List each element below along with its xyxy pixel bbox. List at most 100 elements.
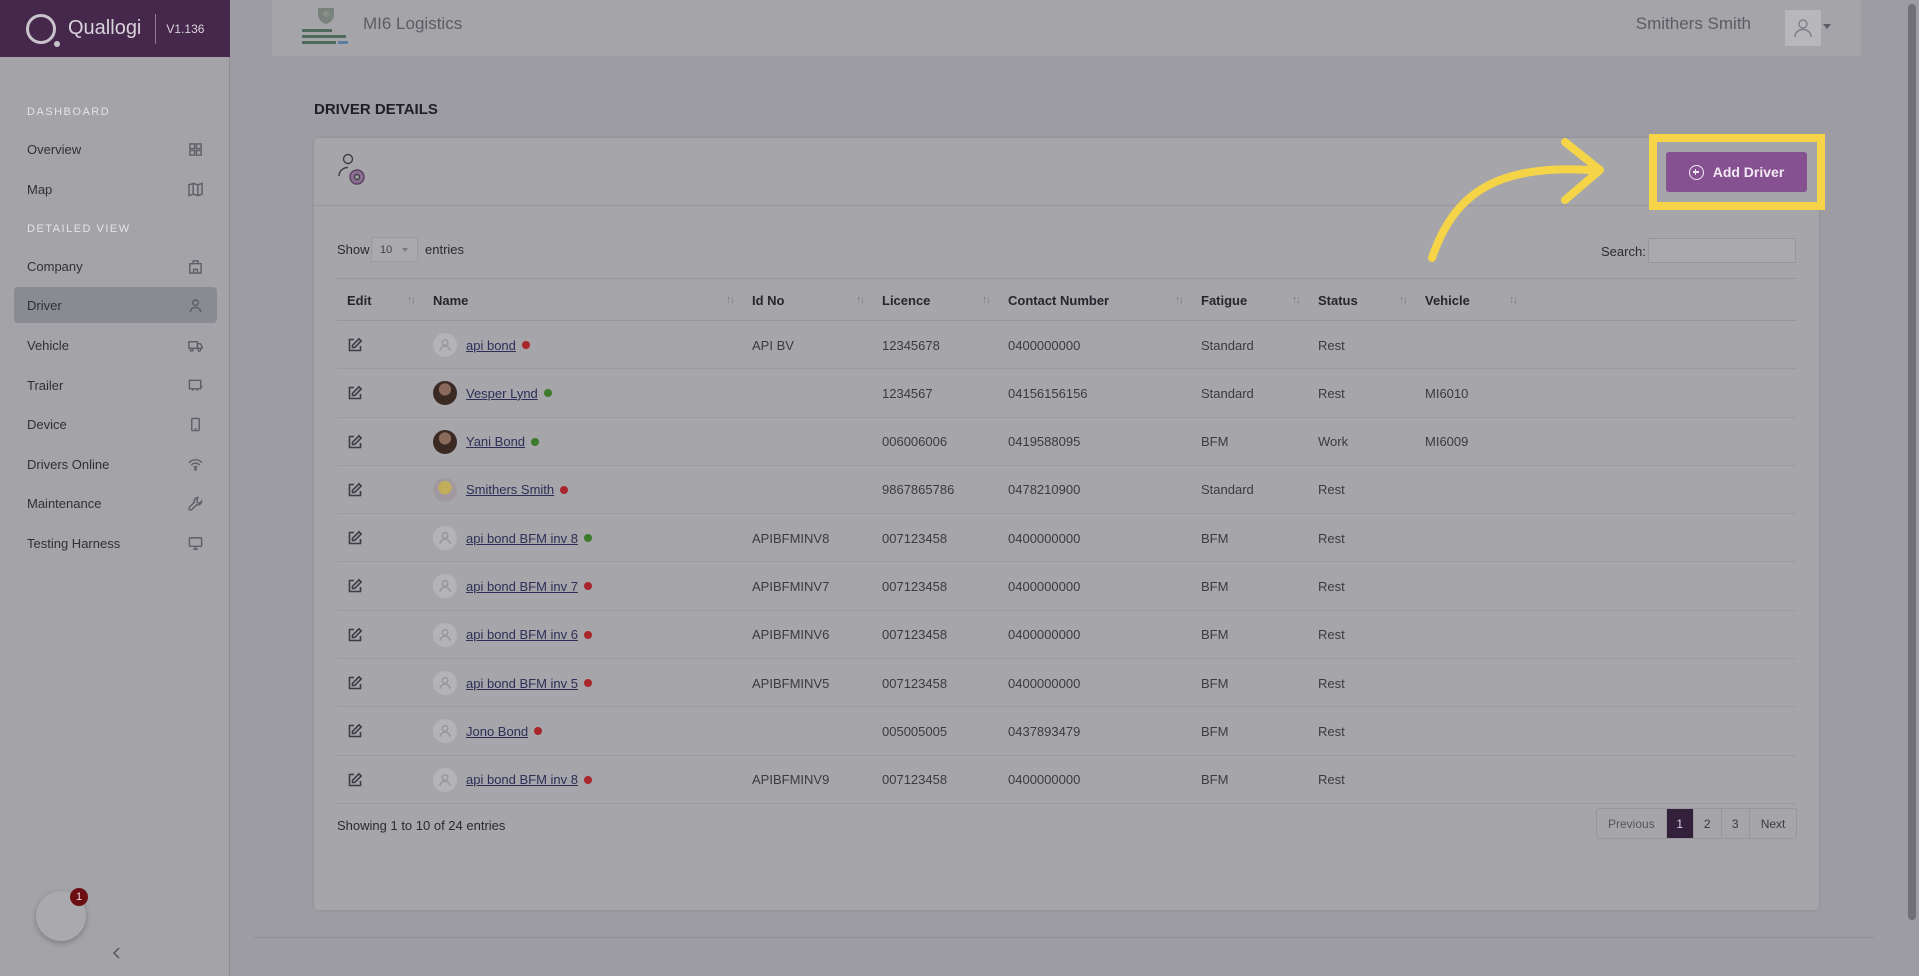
sidebar-item-maintenance[interactable]: Maintenance xyxy=(14,485,217,521)
search-input[interactable] xyxy=(1648,238,1796,263)
column-header-label: Vehicle xyxy=(1425,292,1470,308)
offline-status-dot xyxy=(584,630,593,639)
entries-per-page-select[interactable]: 10 xyxy=(371,237,418,262)
driver-name-link[interactable]: Smithers Smith xyxy=(466,482,554,497)
next-page-button[interactable]: Next xyxy=(1750,809,1797,838)
driver-name-cell: Vesper Lynd xyxy=(423,369,552,417)
cell-licence: 007123458 xyxy=(882,578,948,594)
user-avatar[interactable] xyxy=(1785,10,1821,46)
cell-licence: 007123458 xyxy=(882,772,948,788)
sort-icon[interactable]: ↑↓ xyxy=(726,294,735,306)
page-2-button[interactable]: 2 xyxy=(1694,809,1722,838)
column-header-name[interactable]: Name ↑↓ xyxy=(423,279,742,321)
cell-id-no xyxy=(742,369,752,417)
driver-name-link[interactable]: api bond BFM inv 5 xyxy=(466,676,578,691)
sort-icon[interactable]: ↑↓ xyxy=(1175,294,1184,306)
tutorial-arrow-icon xyxy=(1428,138,1604,262)
cell-fatigue: Standard xyxy=(1201,337,1254,353)
edit-icon[interactable] xyxy=(337,418,363,466)
driver-name-link[interactable]: Vesper Lynd xyxy=(466,386,538,401)
column-header-label: Edit xyxy=(347,292,372,308)
online-status-dot xyxy=(543,389,552,398)
footer-divider xyxy=(254,937,1874,938)
driver-name-cell: api bond xyxy=(423,321,530,369)
driver-name-link[interactable]: api bond BFM inv 6 xyxy=(466,627,578,642)
page-scrollbar[interactable] xyxy=(1905,0,1919,976)
column-header-vehicle[interactable]: Vehicle ↑↓ xyxy=(1415,279,1525,321)
cell-id-no: APIBFMINV6 xyxy=(752,627,830,643)
user-name[interactable]: Smithers Smith xyxy=(1636,14,1751,34)
sort-icon[interactable]: ↑↓ xyxy=(1509,294,1518,306)
sidebar-item-label: Maintenance xyxy=(27,495,102,511)
avatar xyxy=(433,671,457,696)
cell-vehicle xyxy=(1415,562,1425,610)
sort-icon[interactable]: ↑↓ xyxy=(1399,294,1408,306)
cell-licence: 007123458 xyxy=(882,675,948,691)
edit-icon[interactable] xyxy=(337,756,363,804)
column-header-id-no[interactable]: Id No ↑↓ xyxy=(742,279,872,321)
column-header-status[interactable]: Status ↑↓ xyxy=(1308,279,1415,321)
cell-id-no: API BV xyxy=(752,337,794,353)
edit-icon[interactable] xyxy=(337,659,363,707)
edit-icon[interactable] xyxy=(337,514,363,562)
edit-icon[interactable] xyxy=(337,321,363,369)
add-driver-button[interactable]: Add Driver xyxy=(1666,152,1807,192)
edit-icon[interactable] xyxy=(337,369,363,417)
driver-name-link[interactable]: api bond BFM inv 8 xyxy=(466,772,578,787)
brand-bar[interactable]: Quallogi V1.136 xyxy=(0,0,230,57)
cell-contact-number: 0400000000 xyxy=(1008,337,1081,353)
offline-status-dot xyxy=(584,775,593,784)
table-row: Vesper Lynd 1234567 04156156156 Standard Res… xyxy=(337,369,1796,418)
driver-name-link[interactable]: api bond xyxy=(466,338,516,353)
chevron-down-icon[interactable] xyxy=(1823,24,1831,29)
page-3-button[interactable]: 3 xyxy=(1722,809,1750,838)
sidebar-item-trailer[interactable]: Trailer xyxy=(14,367,217,403)
sidebar-item-testing-harness[interactable]: Testing Harness xyxy=(14,525,217,561)
driver-name-link[interactable]: Jono Bond xyxy=(466,724,528,739)
edit-icon[interactable] xyxy=(337,611,363,659)
sidebar-item-label: Driver xyxy=(27,297,62,313)
cell-status: Rest xyxy=(1318,482,1345,498)
monitor-icon xyxy=(187,535,203,551)
cell-vehicle xyxy=(1415,514,1425,562)
sidebar-item-label: Map xyxy=(27,181,53,197)
driver-name-link[interactable]: api bond BFM inv 8 xyxy=(466,531,578,546)
driver-name-link[interactable]: api bond BFM inv 7 xyxy=(466,579,578,594)
sort-icon[interactable]: ↑↓ xyxy=(1292,294,1301,306)
sidebar-item-driver[interactable]: Driver xyxy=(14,287,217,323)
cell-status: Rest xyxy=(1318,578,1345,594)
sidebar-item-map[interactable]: Map xyxy=(14,171,217,207)
collapse-sidebar-icon[interactable] xyxy=(110,946,124,960)
previous-page-button[interactable]: Previous xyxy=(1597,809,1667,838)
sidebar-item-overview[interactable]: Overview xyxy=(14,131,217,167)
edit-icon[interactable] xyxy=(337,562,363,610)
sort-icon[interactable]: ↑↓ xyxy=(982,294,991,306)
sidebar-item-label: Company xyxy=(27,258,83,274)
edit-icon[interactable] xyxy=(337,707,363,755)
sort-icon[interactable]: ↑↓ xyxy=(407,294,416,306)
sidebar-item-device[interactable]: Device xyxy=(14,406,217,442)
page-1-button[interactable]: 1 xyxy=(1666,809,1694,838)
driver-name-link[interactable]: Yani Bond xyxy=(466,434,525,449)
entries-label: entries xyxy=(425,242,465,257)
table-row: Yani Bond 006006006 0419588095 BFM Work MI600… xyxy=(337,418,1796,466)
cell-status: Rest xyxy=(1318,772,1345,788)
sidebar-item-company[interactable]: Company xyxy=(14,248,217,284)
table-row: api bond BFM inv 7 APIBFMINV7 007123458 040… xyxy=(337,562,1796,611)
column-header-contact-number[interactable]: Contact Number ↑↓ xyxy=(998,279,1191,321)
sort-icon[interactable]: ↑↓ xyxy=(856,294,865,306)
offline-status-dot xyxy=(521,341,530,349)
column-header-fatigue[interactable]: Fatigue ↑↓ xyxy=(1191,279,1308,321)
sidebar-item-drivers-online[interactable]: Drivers Online xyxy=(14,446,217,482)
scrollbar-thumb[interactable] xyxy=(1908,4,1916,920)
sidebar-item-vehicle[interactable]: Vehicle xyxy=(14,327,217,363)
column-header-edit[interactable]: Edit ↑↓ xyxy=(337,279,423,321)
column-header-label: Status xyxy=(1318,292,1358,308)
cell-fatigue: Standard xyxy=(1201,385,1254,401)
sidebar-item-label: Overview xyxy=(27,141,82,157)
column-header-licence[interactable]: Licence ↑↓ xyxy=(872,279,998,321)
driver-name-cell: Yani Bond xyxy=(423,418,540,466)
cell-licence: 006006006 xyxy=(882,434,948,450)
edit-icon[interactable] xyxy=(337,466,363,514)
brand-divider xyxy=(155,13,157,44)
